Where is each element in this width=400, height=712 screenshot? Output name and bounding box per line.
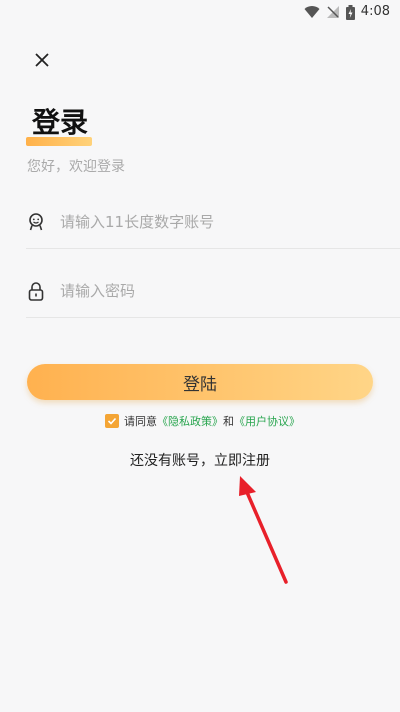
register-link[interactable]: 还没有账号，立即注册 (0, 450, 400, 470)
user-agreement-link[interactable]: 《用户协议》 (234, 413, 300, 429)
battery-charging-icon (345, 4, 355, 20)
login-button[interactable]: 登陆 (27, 364, 373, 400)
no-signal-icon (326, 6, 339, 18)
check-icon (107, 417, 117, 425)
close-button[interactable] (28, 46, 56, 74)
agreement-checkbox[interactable] (105, 414, 119, 428)
password-field-row (26, 265, 400, 318)
password-input[interactable] (60, 276, 400, 306)
status-bar: 4:08 (0, 0, 400, 24)
agreement-conjunction: 和 (223, 415, 234, 428)
page-subtitle: 您好，欢迎登录 (27, 159, 125, 175)
account-input[interactable] (60, 207, 400, 237)
lock-icon (26, 281, 46, 301)
status-icons: 4:08 (304, 4, 390, 20)
account-field-row (26, 196, 400, 249)
agreement-prefix: 请同意 (124, 415, 157, 428)
privacy-policy-link[interactable]: 《隐私政策》 (157, 413, 223, 429)
agreement-row: 请同意 《隐私政策》 和 《用户协议》 (105, 413, 300, 429)
annotation-arrow-icon (239, 476, 288, 584)
page-title: 登录 (32, 106, 89, 139)
page-title-block: 登录 (26, 103, 96, 147)
close-icon (35, 53, 49, 67)
user-icon (26, 212, 46, 232)
wifi-icon (304, 6, 320, 19)
status-time: 4:08 (360, 4, 390, 19)
